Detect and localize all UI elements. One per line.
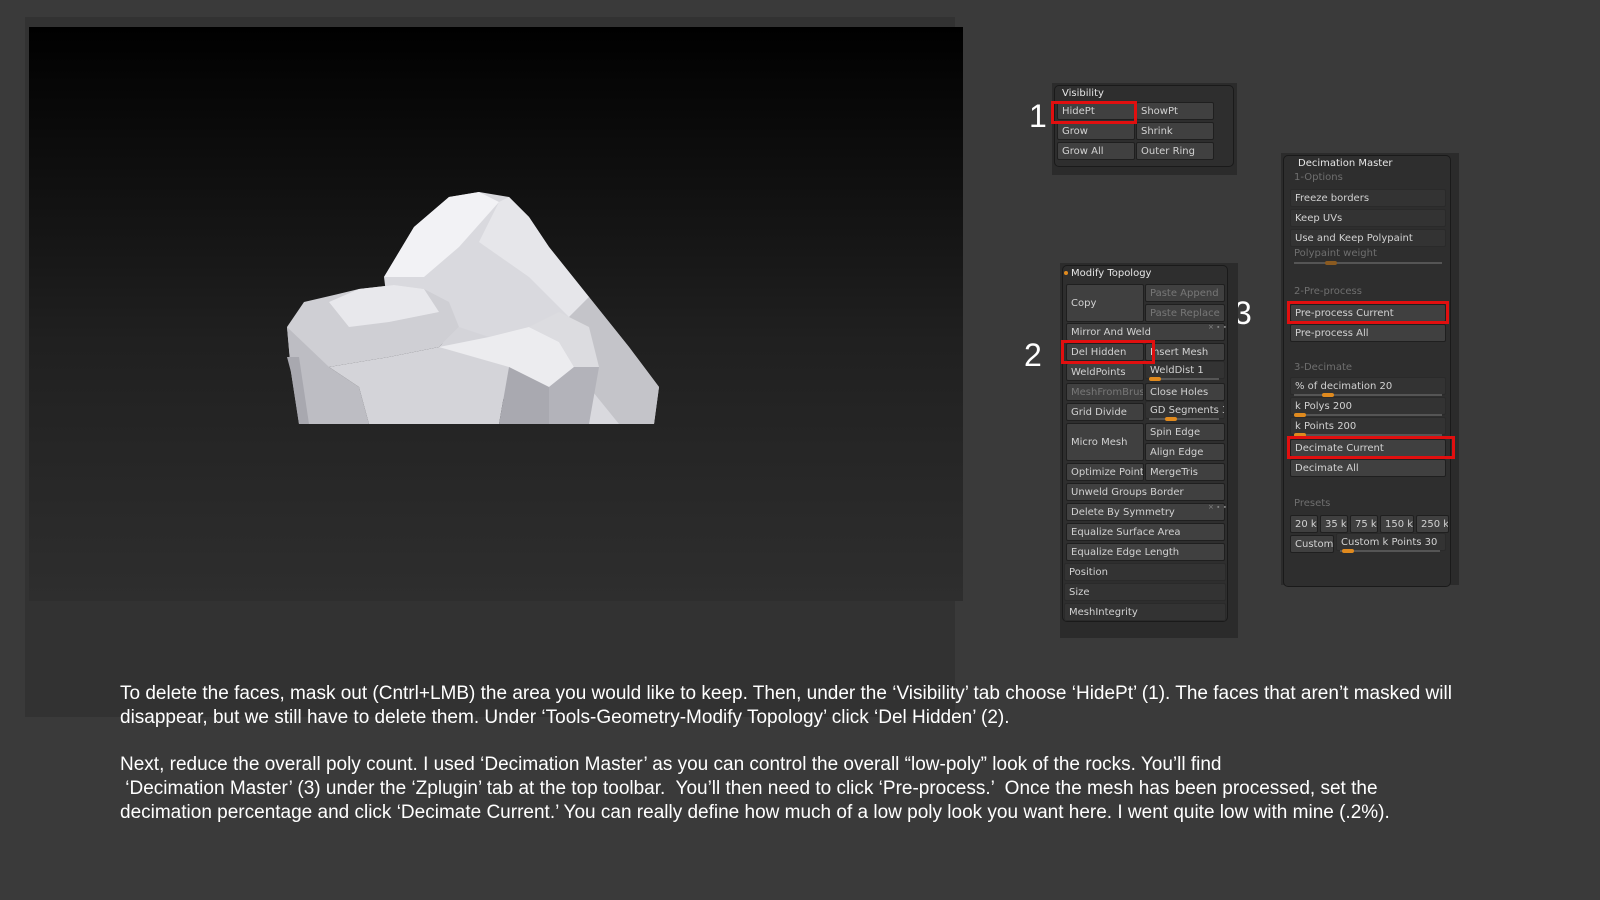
preset-150k-button[interactable]: 150 k xyxy=(1380,515,1414,533)
meshfrombrush-button[interactable]: MeshFromBrusl xyxy=(1066,383,1144,401)
text-line: To delete the faces, mask out (Cntrl+LMB… xyxy=(120,683,1452,704)
text-line: ‘Decimation Master’ (3) under the ‘Zplug… xyxy=(120,778,1378,799)
visibility-panel: Visibility HidePt ShowPt Grow Shrink Gro… xyxy=(1052,83,1237,175)
grow-button[interactable]: Grow xyxy=(1057,122,1135,140)
equalize-edge-length-button[interactable]: Equalize Edge Length xyxy=(1066,543,1225,561)
preprocess-header: 2-Pre-process xyxy=(1294,286,1362,297)
outer-ring-button[interactable]: Outer Ring xyxy=(1136,142,1214,160)
gd-segments-slider-knob[interactable] xyxy=(1165,417,1177,421)
delete-by-symmetry-button[interactable]: Delete By Symmetry xyxy=(1066,503,1225,521)
showpt-button[interactable]: ShowPt xyxy=(1136,102,1214,120)
decimation-master-title: Decimation Master xyxy=(1298,158,1393,169)
grid-divide-button[interactable]: Grid Divide xyxy=(1066,403,1144,421)
axis-toggle-icon[interactable]: × ∙ ∙ xyxy=(1208,503,1227,511)
shrink-button[interactable]: Shrink xyxy=(1136,122,1214,140)
k-polys-slider[interactable]: k Polys 200 xyxy=(1290,397,1446,415)
hidept-highlight xyxy=(1051,101,1137,124)
align-edge-button[interactable]: Align Edge xyxy=(1145,443,1225,461)
close-holes-button[interactable]: Close Holes xyxy=(1145,383,1225,401)
decimate-header: 3-Decimate xyxy=(1294,362,1353,373)
pct-decimation-slider[interactable]: % of decimation 20 xyxy=(1290,377,1446,395)
preset-20k-button[interactable]: 20 k xyxy=(1290,515,1318,533)
micro-mesh-button[interactable]: Micro Mesh xyxy=(1066,423,1144,461)
weldpoints-button[interactable]: WeldPoints xyxy=(1066,363,1144,381)
instructions-paragraph-2: Next, reduce the overall poly count. I u… xyxy=(120,753,1540,825)
instructions-paragraph-1: To delete the faces, mask out (Cntrl+LMB… xyxy=(120,682,1540,730)
axis-toggle-icon[interactable]: × ∙ ∙ xyxy=(1208,323,1227,331)
polypaint-weight-knob[interactable] xyxy=(1325,261,1337,265)
freeze-borders-toggle[interactable]: Freeze borders xyxy=(1290,189,1446,207)
welddist-slider-knob[interactable] xyxy=(1149,377,1161,381)
keep-uvs-toggle[interactable]: Keep UVs xyxy=(1290,209,1446,227)
text-line: Next, reduce the overall poly count. I u… xyxy=(120,754,1222,775)
size-section[interactable]: Size xyxy=(1064,583,1226,601)
rock-mesh-model xyxy=(287,192,659,424)
modify-topology-title: Modify Topology xyxy=(1064,268,1151,279)
equalize-surface-area-button[interactable]: Equalize Surface Area xyxy=(1066,523,1225,541)
grow-all-button[interactable]: Grow All xyxy=(1057,142,1135,160)
3d-viewport[interactable] xyxy=(29,27,963,601)
callout-1: 1 xyxy=(1029,98,1047,134)
presets-header: Presets xyxy=(1294,498,1331,509)
text-line: decimation percentage and click ‘Decimat… xyxy=(120,802,1390,823)
preprocess-all-button[interactable]: Pre-process All xyxy=(1290,324,1446,342)
mergetris-button[interactable]: MergeTris xyxy=(1145,463,1225,481)
visibility-title: Visibility xyxy=(1062,88,1104,99)
unweld-groups-border-button[interactable]: Unweld Groups Border xyxy=(1066,483,1225,501)
paste-replace-button[interactable]: Paste Replace xyxy=(1145,304,1225,322)
custom-preset-button[interactable]: Custom xyxy=(1290,535,1334,553)
position-section[interactable]: Position xyxy=(1064,563,1226,581)
mirror-and-weld-button[interactable]: Mirror And Weld xyxy=(1066,323,1225,341)
orange-dot-icon xyxy=(1064,271,1068,275)
modify-topology-panel: Modify Topology Copy Paste Append Paste … xyxy=(1060,263,1238,638)
meshintegrity-section[interactable]: MeshIntegrity xyxy=(1064,603,1226,621)
text-line: disappear, but we still have to delete t… xyxy=(120,707,1010,728)
callout-2: 2 xyxy=(1024,337,1042,373)
custom-k-points-knob[interactable] xyxy=(1342,549,1354,553)
preset-35k-button[interactable]: 35 k xyxy=(1320,515,1348,533)
decimate-current-highlight xyxy=(1287,436,1455,459)
preprocess-current-highlight xyxy=(1287,301,1449,324)
use-keep-polypaint-toggle[interactable]: Use and Keep Polypaint xyxy=(1290,229,1446,247)
spin-edge-button[interactable]: Spin Edge xyxy=(1145,423,1225,441)
k-points-slider[interactable]: k Points 200 xyxy=(1290,417,1446,435)
optimize-points-button[interactable]: Optimize Points xyxy=(1066,463,1144,481)
options-header: 1-Options xyxy=(1294,172,1343,183)
gd-segments-slider[interactable]: GD Segments 3 xyxy=(1145,401,1225,419)
del-hidden-highlight xyxy=(1061,340,1155,364)
decimate-all-button[interactable]: Decimate All xyxy=(1290,459,1446,477)
preset-250k-button[interactable]: 250 k xyxy=(1416,515,1449,533)
polypaint-weight-slider[interactable]: Polypaint weight xyxy=(1294,248,1377,259)
decimation-master-panel: Decimation Master 1-Options Freeze borde… xyxy=(1281,153,1459,587)
paste-append-button[interactable]: Paste Append xyxy=(1145,284,1225,302)
copy-button[interactable]: Copy xyxy=(1066,284,1144,322)
insert-mesh-button[interactable]: Insert Mesh xyxy=(1145,343,1225,361)
preset-75k-button[interactable]: 75 k xyxy=(1350,515,1378,533)
